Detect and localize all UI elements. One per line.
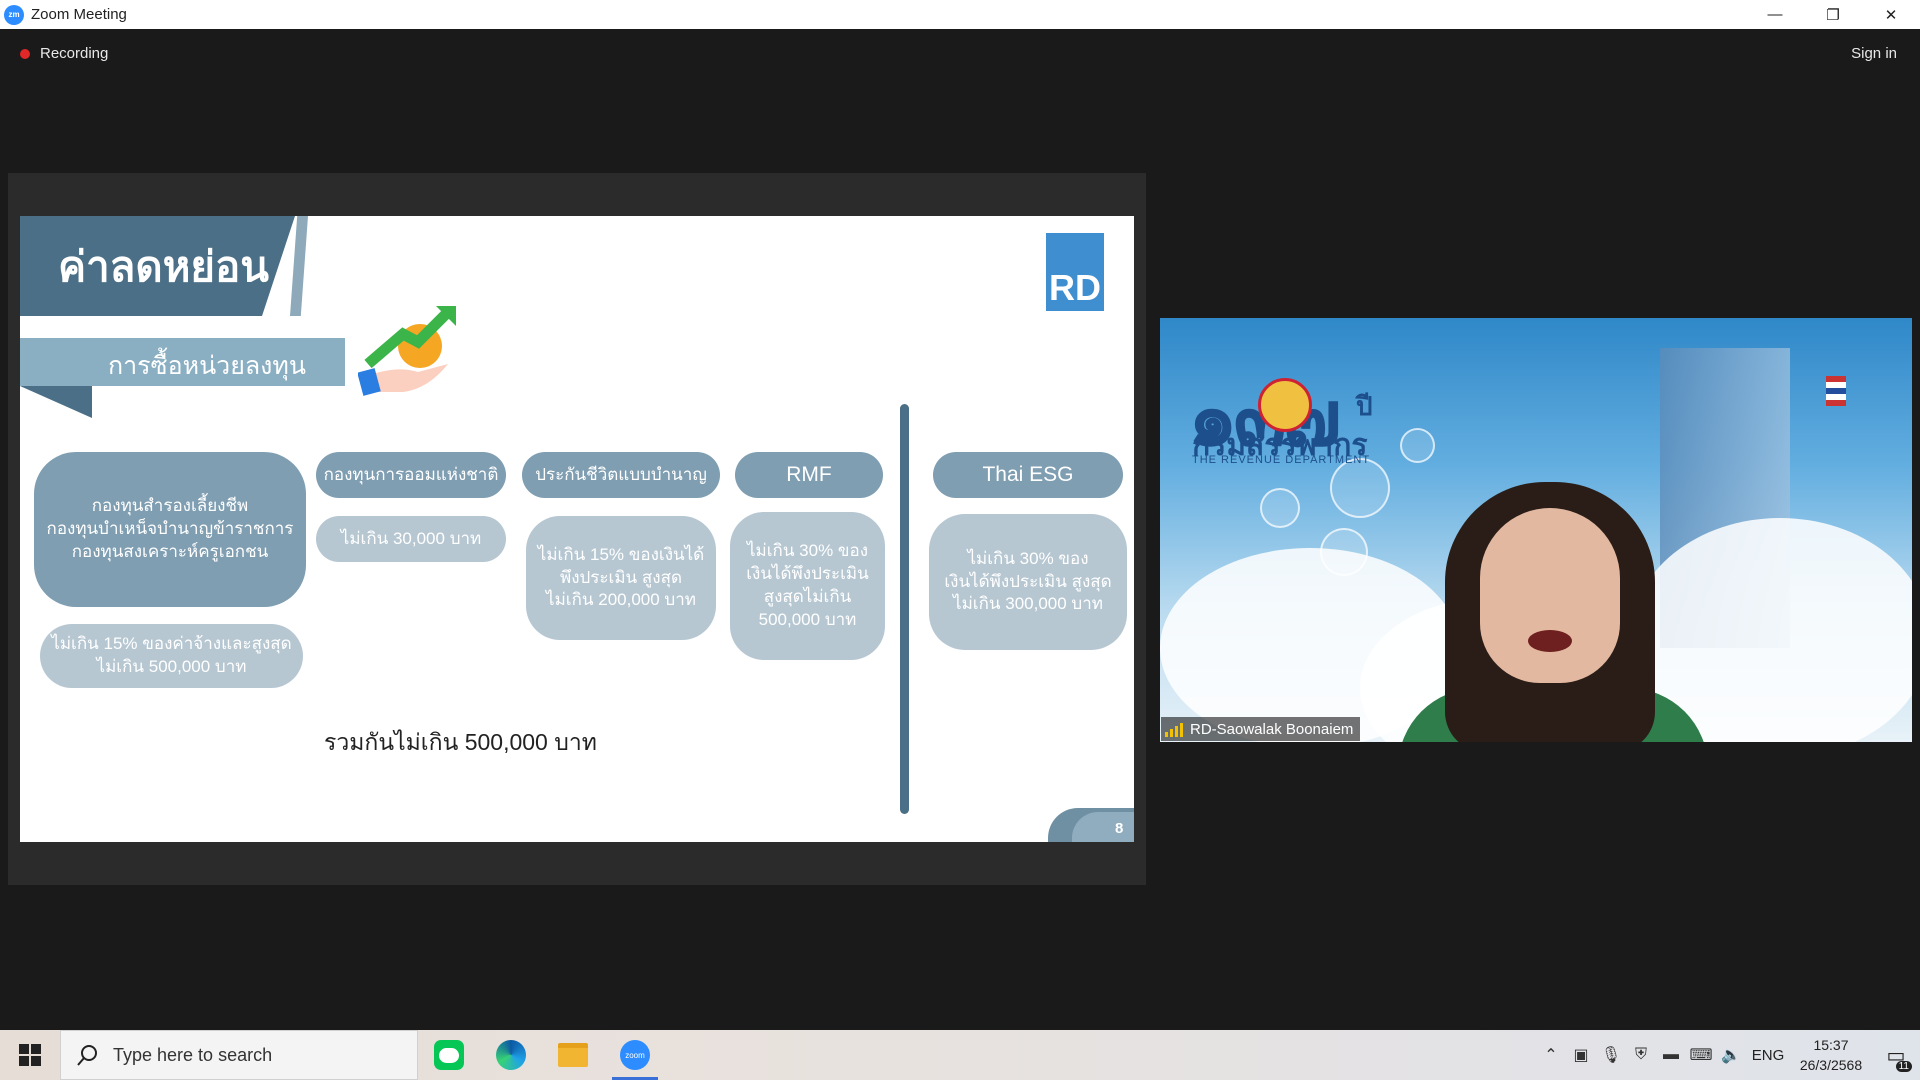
minimize-button[interactable]: — — [1746, 0, 1804, 29]
taskbar-app-zoom[interactable]: zoom — [604, 1030, 666, 1080]
window-titlebar: zm Zoom Meeting — ❐ ✕ — [0, 0, 1920, 29]
rd-logo: RD — [1046, 233, 1104, 311]
meet-now-icon[interactable]: ▣ — [1566, 1045, 1596, 1065]
presentation-slide: ค่าลดหย่อน การซื้อหน่วยลงทุน RD กองทุนสำ… — [20, 216, 1134, 842]
divider-line — [900, 404, 909, 814]
network-icon[interactable]: ⌨ — [1686, 1045, 1716, 1065]
shared-screen: ค่าลดหย่อน การซื้อหน่วยลงทุน RD กองทุนสำ… — [8, 173, 1146, 885]
notification-count: 11 — [1895, 1061, 1912, 1072]
fund-category-provident: กองทุนสำรองเลี้ยงชีพ กองทุนบำเหน็จบำนาญข… — [34, 452, 306, 607]
slide-subtitle: การซื้อหน่วยลงทุน — [108, 352, 306, 380]
fund-category-national-savings: กองทุนการออมแห่งชาติ — [316, 452, 506, 498]
window-title: Zoom Meeting — [31, 6, 127, 23]
fund-category-pension-insurance-text: ประกันชีวิตแบบบำนาญ — [535, 464, 707, 484]
security-icon[interactable]: ⛨ — [1626, 1046, 1656, 1064]
language-indicator[interactable]: ENG — [1746, 1047, 1790, 1064]
taskbar-app-line[interactable] — [418, 1030, 480, 1080]
zoom-app-icon: zoom — [620, 1040, 650, 1070]
bubble-shape — [1320, 528, 1368, 576]
page-number: 8 — [1115, 820, 1124, 837]
recording-indicator[interactable]: Recording — [20, 45, 108, 62]
clock-date: 26/3/2568 — [1799, 1057, 1863, 1073]
fund-limit-pension-insurance-text: ไม่เกิน 15% ของเงินได้ พึงประเมิน สูงสุด… — [537, 544, 705, 610]
fund-category-provident-text: กองทุนสำรองเลี้ยงชีพ กองทุนบำเหน็จบำนาญข… — [46, 496, 294, 561]
restore-button[interactable]: ❐ — [1804, 0, 1862, 29]
participant-video-tile[interactable]: ๑๓๗ ปี กรมสรรพากร THE REVENUE DEPARTMENT… — [1160, 318, 1912, 742]
battery-icon[interactable]: ▬ — [1656, 1046, 1686, 1064]
page-badge-inner — [1072, 812, 1134, 842]
chevron-up-icon[interactable]: ⌃ — [1536, 1045, 1566, 1065]
fund-category-national-savings-text: กองทุนการออมแห่งชาติ — [323, 464, 499, 484]
start-button[interactable] — [0, 1030, 60, 1080]
fund-category-rmf-text: RMF — [786, 462, 832, 486]
search-placeholder: Type here to search — [113, 1044, 273, 1065]
slide-title: ค่าลดหย่อน — [58, 243, 269, 290]
taskbar-clock[interactable]: 15:37 26/3/2568 — [1790, 1035, 1872, 1076]
windows-taskbar: Type here to search zoom ⌃ ▣ 🎙 ⛨ ▬ ⌨ 🔈 E… — [0, 1030, 1920, 1080]
taskbar-app-edge[interactable] — [480, 1030, 542, 1080]
bubble-shape — [1260, 488, 1300, 528]
window-controls: — ❐ ✕ — [1746, 0, 1920, 29]
participant-mouth — [1528, 630, 1572, 652]
flag-image — [1826, 376, 1846, 406]
fund-limit-provident: ไม่เกิน 15% ของค่าจ้างและสูงสุด ไม่เกิน … — [40, 624, 303, 688]
sign-in-button[interactable]: Sign in — [1851, 45, 1897, 62]
participant-face — [1480, 508, 1620, 683]
line-app-icon — [434, 1040, 464, 1070]
fund-limit-rmf: ไม่เกิน 30% ของ เงินได้พึงประเมิน สูงสุด… — [730, 512, 885, 660]
fund-limit-rmf-text: ไม่เกิน 30% ของ เงินได้พึงประเมิน สูงสุด… — [746, 541, 869, 629]
fund-limit-thai-esg: ไม่เกิน 30% ของ เงินได้พึงประเมิน สูงสุด… — [929, 514, 1127, 650]
volume-icon[interactable]: 🔈 — [1716, 1045, 1746, 1065]
fund-limit-national-savings: ไม่เกิน 30,000 บาท — [316, 516, 506, 562]
clock-time: 15:37 — [1813, 1036, 1849, 1053]
fund-category-pension-insurance: ประกันชีวิตแบบบำนาญ — [522, 452, 720, 498]
fund-category-rmf: RMF — [735, 452, 883, 498]
anniversary-logo-suffix: ปี — [1356, 391, 1373, 421]
edge-app-icon — [496, 1040, 526, 1070]
fund-category-thai-esg: Thai ESG — [933, 452, 1123, 498]
bubble-shape — [1400, 428, 1435, 463]
fund-limit-national-savings-text: ไม่เกิน 30,000 บาท — [340, 528, 482, 548]
recording-label: Recording — [40, 45, 109, 62]
zoom-logo-icon: zm — [4, 4, 24, 25]
title-banner-accent — [290, 216, 308, 316]
fund-limit-pension-insurance: ไม่เกิน 15% ของเงินได้ พึงประเมิน สูงสุด… — [526, 516, 716, 640]
recording-dot-icon — [20, 48, 30, 59]
total-limit-text: รวมกันไม่เกิน 500,000 บาท — [324, 729, 597, 755]
fund-limit-thai-esg-text: ไม่เกิน 30% ของ เงินได้พึงประเมิน สูงสุด… — [944, 548, 1112, 614]
participant-name-tag: RD-Saowalak Boonaiem — [1161, 717, 1361, 741]
system-tray: ⌃ ▣ 🎙 ⛨ ▬ ⌨ 🔈 ENG 15:37 26/3/2568 ▭ 11 — [1536, 1030, 1920, 1080]
windows-icon — [19, 1044, 41, 1066]
search-icon — [77, 1045, 97, 1066]
org-name-english: THE REVENUE DEPARTMENT — [1192, 454, 1371, 466]
notification-center-button[interactable]: ▭ 11 — [1872, 1030, 1920, 1080]
fund-limit-provident-text: ไม่เกิน 15% ของค่าจ้างและสูงสุด ไม่เกิน … — [51, 634, 292, 676]
taskbar-search-box[interactable]: Type here to search — [60, 1030, 418, 1080]
participant-name: RD-Saowalak Boonaiem — [1190, 720, 1354, 738]
investment-growth-icon — [358, 306, 456, 396]
subtitle-banner-tail — [20, 386, 92, 418]
close-button[interactable]: ✕ — [1862, 0, 1920, 29]
fund-category-thai-esg-text: Thai ESG — [982, 462, 1074, 486]
folder-icon — [558, 1043, 588, 1067]
taskbar-app-file-explorer[interactable] — [542, 1030, 604, 1080]
microphone-icon[interactable]: 🎙 — [1596, 1045, 1626, 1065]
signal-strength-icon — [1165, 722, 1183, 737]
